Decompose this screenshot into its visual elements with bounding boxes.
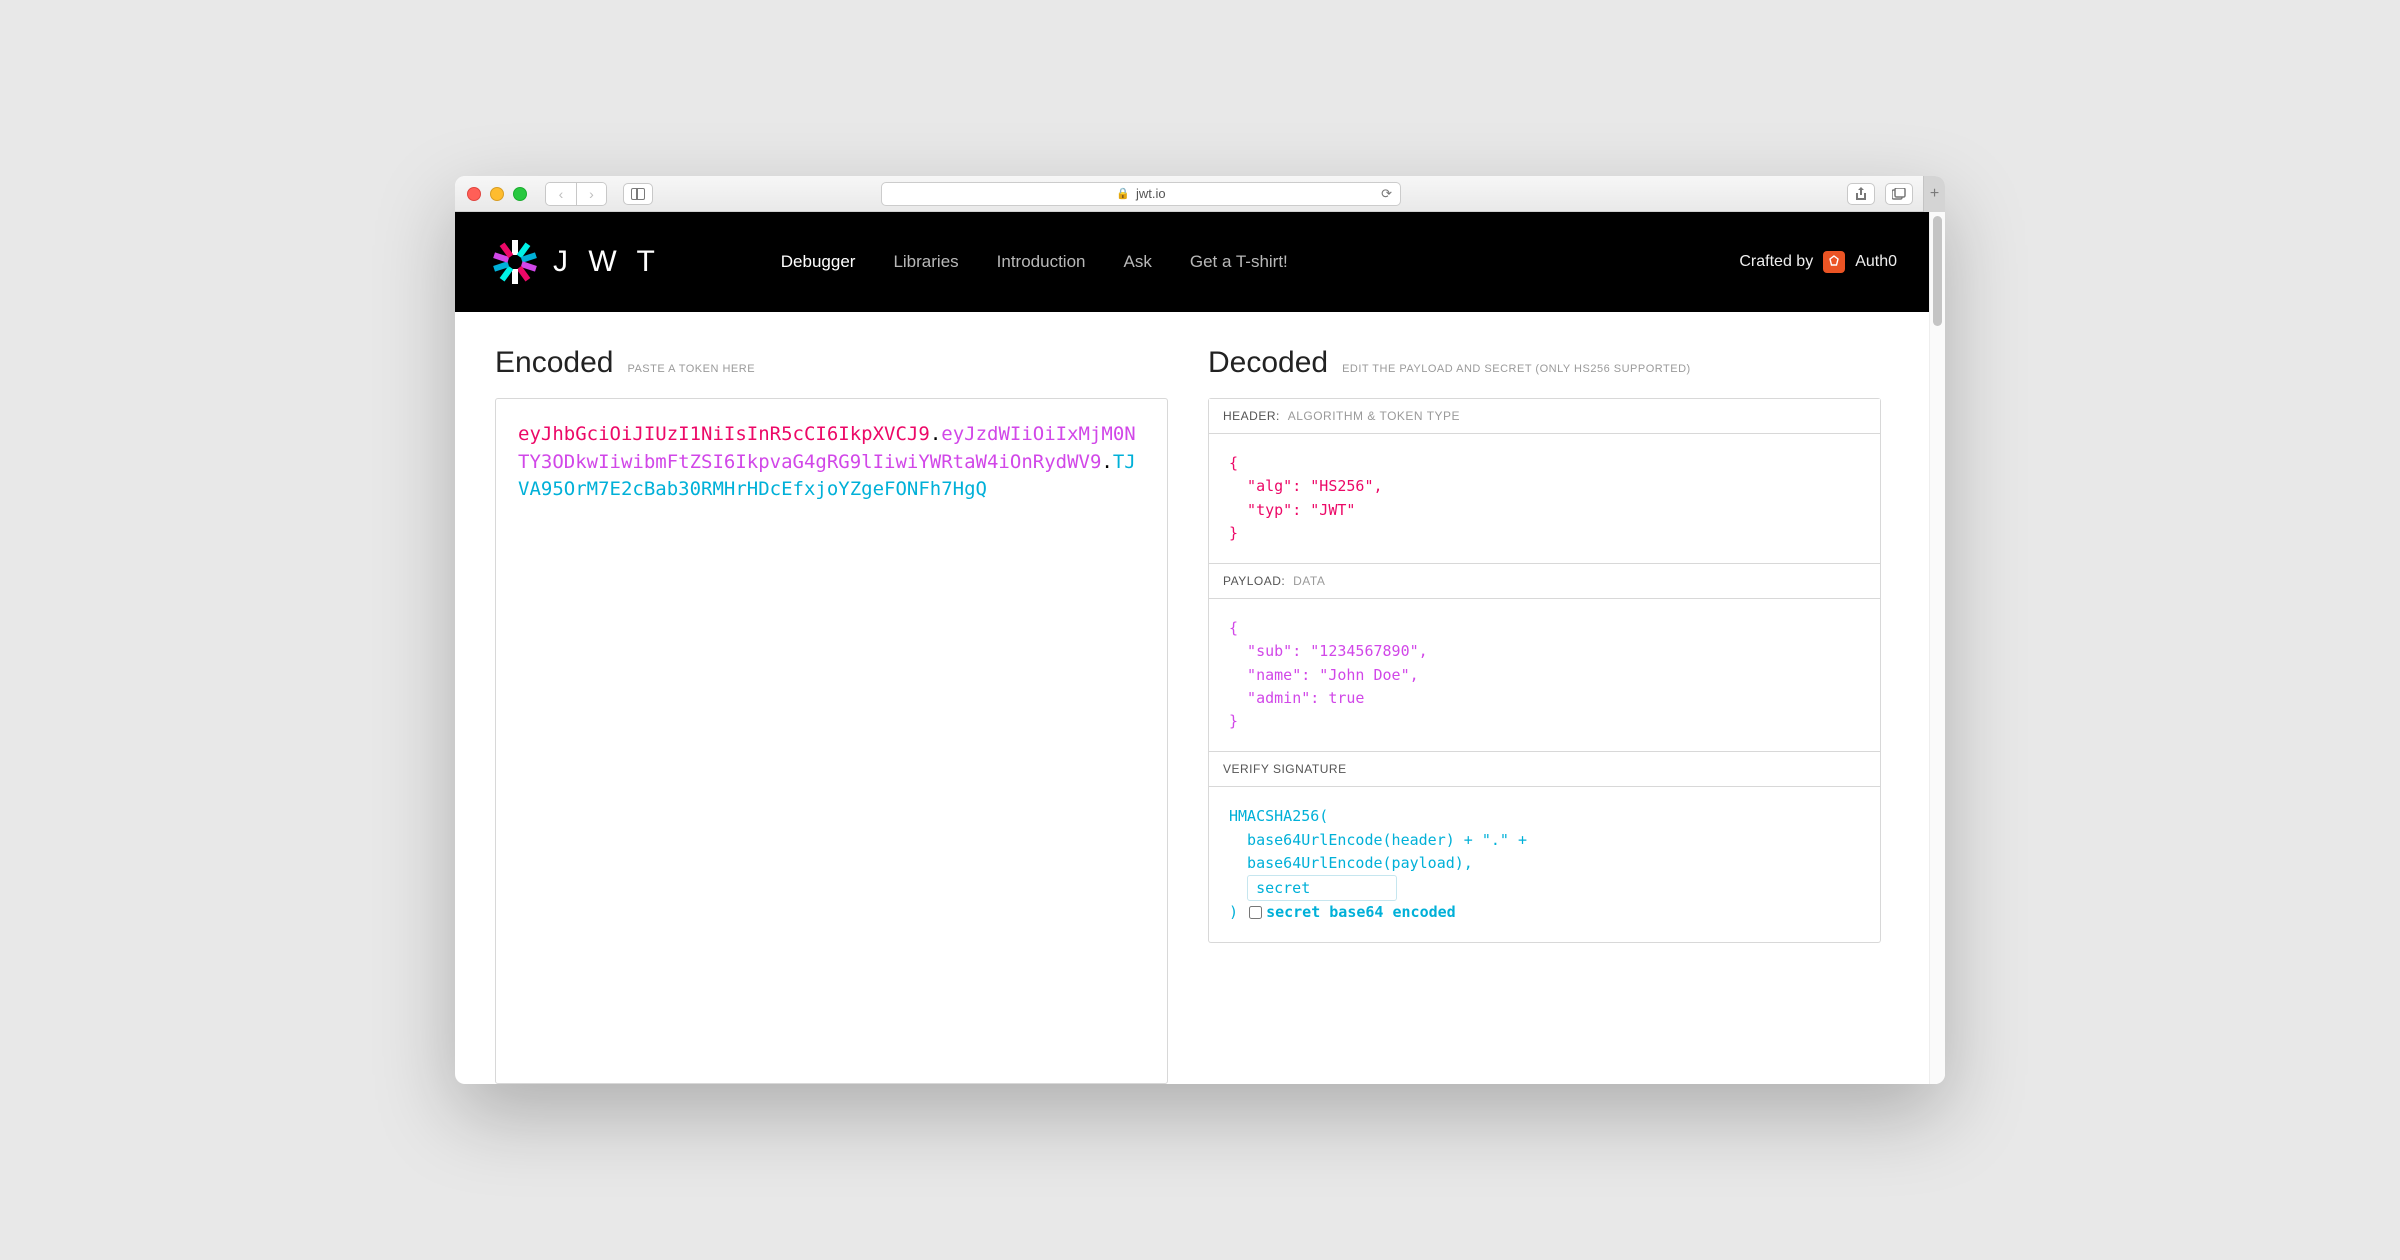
payload-section-meta: DATA xyxy=(1293,574,1325,588)
nav-introduction[interactable]: Introduction xyxy=(997,252,1086,272)
nav-ask[interactable]: Ask xyxy=(1124,252,1152,272)
signature-section: VERIFY SIGNATURE HMACSHA256( base64UrlEn… xyxy=(1208,752,1881,943)
token-header-segment: eyJhbGciOiJIUzI1NiIsInR5cCI6IkpXVCJ9 xyxy=(518,423,930,445)
reload-icon[interactable]: ⟳ xyxy=(1381,186,1392,202)
decoded-subtitle: EDIT THE PAYLOAD AND SECRET (ONLY HS256 … xyxy=(1342,363,1691,375)
sig-line3: base64UrlEncode(payload), xyxy=(1229,854,1473,872)
nav-tshirt[interactable]: Get a T-shirt! xyxy=(1190,252,1288,272)
crafted-label: Crafted by xyxy=(1739,253,1813,271)
sig-close: ) xyxy=(1229,903,1247,921)
site-header: J W T Debugger Libraries Introduction As… xyxy=(455,212,1945,312)
address-bar[interactable]: 🔒 jwt.io ⟳ xyxy=(881,182,1401,206)
crafted-brand: Auth0 xyxy=(1855,253,1897,271)
header-section-label: HEADER: xyxy=(1223,409,1280,423)
minimize-icon[interactable] xyxy=(490,187,504,201)
titlebar: ‹ › 🔒 jwt.io ⟳ + xyxy=(455,176,1945,212)
forward-button[interactable]: › xyxy=(576,183,606,205)
encoded-title: Encoded xyxy=(495,346,613,380)
close-icon[interactable] xyxy=(467,187,481,201)
header-section-body[interactable]: { "alg": "HS256", "typ": "JWT" } xyxy=(1209,434,1880,563)
share-icon xyxy=(1855,187,1867,201)
logo-text: J W T xyxy=(553,245,661,279)
sidebar-button[interactable] xyxy=(623,183,653,205)
encoded-subtitle: PASTE A TOKEN HERE xyxy=(627,363,755,375)
decoded-pane: Decoded EDIT THE PAYLOAD AND SECRET (ONL… xyxy=(1208,346,1881,1084)
payload-section-label: PAYLOAD: xyxy=(1223,574,1285,588)
new-tab-button[interactable]: + xyxy=(1923,176,1945,212)
logo[interactable]: J W T xyxy=(491,238,661,286)
encoded-token-input[interactable]: eyJhbGciOiJIUzI1NiIsInR5cCI6IkpXVCJ9.eyJ… xyxy=(495,398,1168,1084)
encoded-title-row: Encoded PASTE A TOKEN HERE xyxy=(495,346,1168,380)
zoom-icon[interactable] xyxy=(513,187,527,201)
sidebar-icon xyxy=(631,188,645,200)
lock-icon: 🔒 xyxy=(1116,187,1130,200)
main: Encoded PASTE A TOKEN HERE eyJhbGciOiJIU… xyxy=(455,312,1929,1084)
payload-section: PAYLOAD: DATA { "sub": "1234567890", "na… xyxy=(1208,564,1881,752)
header-section-meta: ALGORITHM & TOKEN TYPE xyxy=(1288,409,1460,423)
token-dot: . xyxy=(930,423,941,445)
url-host: jwt.io xyxy=(1136,186,1166,201)
nav-libraries[interactable]: Libraries xyxy=(893,252,958,272)
payload-section-head: PAYLOAD: DATA xyxy=(1209,564,1880,599)
secret-base64-checkbox[interactable] xyxy=(1249,906,1262,919)
token-dot: . xyxy=(1101,451,1112,473)
sig-line1: HMACSHA256( xyxy=(1229,807,1328,825)
window-controls xyxy=(467,187,527,201)
scrollbar-thumb[interactable] xyxy=(1933,216,1942,326)
scrollbar[interactable] xyxy=(1929,212,1945,1084)
decoded-title-row: Decoded EDIT THE PAYLOAD AND SECRET (ONL… xyxy=(1208,346,1881,380)
auth0-icon xyxy=(1823,251,1845,273)
sig-line2: base64UrlEncode(header) + "." + xyxy=(1229,831,1527,849)
decoded-title: Decoded xyxy=(1208,346,1328,380)
signature-section-head: VERIFY SIGNATURE xyxy=(1209,752,1880,787)
secret-base64-label: secret base64 encoded xyxy=(1266,903,1456,921)
main-nav: Debugger Libraries Introduction Ask Get … xyxy=(781,252,1288,272)
back-button[interactable]: ‹ xyxy=(546,183,576,205)
logo-icon xyxy=(491,238,539,286)
header-section-head: HEADER: ALGORITHM & TOKEN TYPE xyxy=(1209,399,1880,434)
nav-debugger[interactable]: Debugger xyxy=(781,252,856,272)
toolbar-right: + xyxy=(1847,176,1933,212)
encoded-pane: Encoded PASTE A TOKEN HERE eyJhbGciOiJIU… xyxy=(495,346,1168,1084)
tabs-button[interactable] xyxy=(1885,183,1913,205)
decoded-sections: HEADER: ALGORITHM & TOKEN TYPE { "alg": … xyxy=(1208,398,1881,1084)
tabs-icon xyxy=(1892,188,1906,200)
secret-input[interactable] xyxy=(1247,875,1397,901)
page-content: J W T Debugger Libraries Introduction As… xyxy=(455,212,1945,1084)
header-section: HEADER: ALGORITHM & TOKEN TYPE { "alg": … xyxy=(1208,398,1881,564)
crafted-by[interactable]: Crafted by Auth0 xyxy=(1739,251,1897,273)
share-button[interactable] xyxy=(1847,183,1875,205)
browser-window: ‹ › 🔒 jwt.io ⟳ + xyxy=(455,176,1945,1084)
signature-section-label: VERIFY SIGNATURE xyxy=(1223,762,1347,776)
signature-section-body: HMACSHA256( base64UrlEncode(header) + ".… xyxy=(1209,787,1880,942)
nav-arrows: ‹ › xyxy=(545,182,607,206)
payload-section-body[interactable]: { "sub": "1234567890", "name": "John Doe… xyxy=(1209,599,1880,751)
